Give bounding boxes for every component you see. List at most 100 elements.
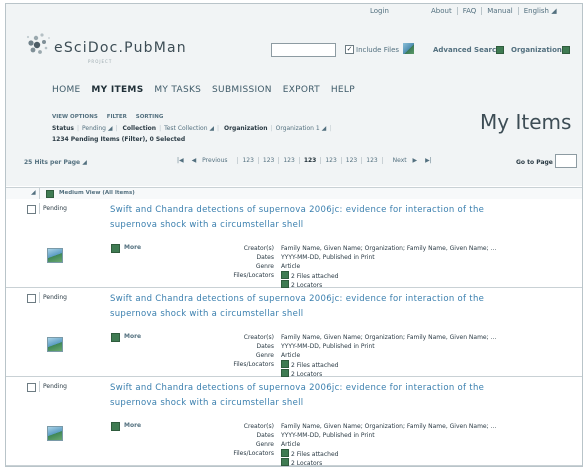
genre-value: Article xyxy=(281,441,301,448)
more-icon[interactable] xyxy=(111,422,120,431)
file-icon xyxy=(281,271,289,279)
files-value: 2 Files attached xyxy=(291,362,339,369)
organizations-icon[interactable] xyxy=(562,46,570,54)
files-label: Files/Locators xyxy=(233,272,274,279)
item-checkbox[interactable] xyxy=(27,294,36,303)
advanced-search-link[interactable]: Advanced Search xyxy=(433,46,501,54)
triangle-down-icon: ◢ xyxy=(551,7,557,15)
creators-value: Family Name, Given Name; Organization; F… xyxy=(281,423,497,430)
language-select[interactable]: English ◢ xyxy=(517,7,562,15)
more-icon[interactable] xyxy=(111,333,120,342)
previous-page-button[interactable]: ◀ Previous xyxy=(188,157,236,164)
app-frame: Login About FAQ Manual English ◢ eSciDoc.Pu… xyxy=(5,3,583,467)
list-item: Pending Swift and Chandra detections of … xyxy=(6,288,582,378)
advanced-search-icon[interactable] xyxy=(496,46,504,54)
logo-title[interactable]: eSciDoc.PubMan xyxy=(54,40,187,56)
creators-value: Family Name, Given Name; Organization; F… xyxy=(281,334,497,341)
files-link[interactable]: 2 Files attached xyxy=(281,360,496,369)
search-input[interactable] xyxy=(271,43,336,57)
nav-help[interactable]: HELP xyxy=(331,85,355,95)
more-link[interactable]: More xyxy=(124,422,141,429)
page-link[interactable]: 123 xyxy=(340,157,362,164)
page-link[interactable]: 123 xyxy=(278,157,299,164)
files-link[interactable]: 2 Files attached xyxy=(281,271,496,280)
creators-value: Family Name, Given Name; Organization; F… xyxy=(281,245,497,252)
filter-tab[interactable]: FILTER xyxy=(107,114,127,120)
page-link[interactable]: 123 xyxy=(320,157,341,164)
file-icon xyxy=(281,449,289,457)
next-label: Next xyxy=(392,157,407,164)
page-link[interactable]: 123 xyxy=(361,157,383,164)
nav-my-items[interactable]: MY ITEMS xyxy=(91,85,143,95)
list-item: Pending Swift and Chandra detections of … xyxy=(6,377,582,466)
next-page-button[interactable]: Next ▶ xyxy=(385,157,422,164)
include-files-label: Include Files xyxy=(356,46,400,54)
status-filter-select[interactable]: Pending ◢ xyxy=(82,125,113,132)
view-options-tab[interactable]: VIEW OPTIONS xyxy=(52,114,98,120)
item-meta-values: Family Name, Given Name; Organization; F… xyxy=(281,244,496,289)
hits-per-page-select[interactable]: 25 Hits per Page ◢ xyxy=(24,159,87,166)
top-links: Login xyxy=(365,7,394,15)
locators-link[interactable]: 2 Locators xyxy=(281,458,496,467)
genre-label: Genre xyxy=(255,441,274,448)
item-title-link[interactable]: Swift and Chandra detections of supernov… xyxy=(110,203,520,233)
search-go-icon[interactable] xyxy=(403,43,414,54)
nav-export[interactable]: EXPORT xyxy=(283,85,320,95)
item-thumbnail-icon[interactable] xyxy=(47,248,63,263)
item-meta-labels: Creator(s) Dates Genre Files/Locators xyxy=(206,333,274,369)
item-meta-values: Family Name, Given Name; Organization; F… xyxy=(281,422,497,467)
filter-row: Status | Pending ◢ | Collection | Test Collec… xyxy=(52,125,332,132)
more-link[interactable]: More xyxy=(124,333,141,340)
goto-page-input[interactable] xyxy=(555,154,577,168)
last-page-button[interactable]: ▶| xyxy=(421,157,436,164)
logo-subtitle: PROJECT xyxy=(88,59,113,64)
item-meta-labels: Creator(s) Dates Genre Files/Locators xyxy=(206,422,274,458)
locators-value: 2 Locators xyxy=(291,460,323,467)
item-checkbox[interactable] xyxy=(27,383,36,392)
item-thumbnail-icon[interactable] xyxy=(47,337,63,352)
nav-home[interactable]: HOME xyxy=(52,85,81,95)
files-value: 2 Files attached xyxy=(291,273,339,280)
list-item: Pending Swift and Chandra detections of … xyxy=(6,199,582,289)
organization-filter-select[interactable]: Organization 1 ◢ xyxy=(276,125,327,132)
files-value: 2 Files attached xyxy=(291,451,339,458)
header: Login About FAQ Manual English ◢ eSciDoc.Pu… xyxy=(6,4,582,186)
sorting-tab[interactable]: SORTING xyxy=(136,114,164,120)
page-link[interactable]: 123 xyxy=(237,157,258,164)
login-link[interactable]: Login xyxy=(365,7,394,15)
collection-filter-label: Collection xyxy=(122,125,157,132)
more-icon[interactable] xyxy=(111,244,120,253)
locator-icon xyxy=(281,369,289,377)
files-link[interactable]: 2 Files attached xyxy=(281,449,496,458)
collection-filter-select[interactable]: Test Collection ◢ xyxy=(164,125,214,132)
page-link-current[interactable]: 123 xyxy=(298,157,321,164)
view-mode-icon[interactable] xyxy=(46,190,54,198)
file-icon xyxy=(281,360,289,368)
main-nav: HOME MY ITEMS MY TASKS SUBMISSION EXPORT… xyxy=(52,85,363,95)
status-filter-label: Status xyxy=(52,125,74,132)
select-all-toggle[interactable]: ◢ xyxy=(31,189,36,196)
more-link[interactable]: More xyxy=(124,244,141,251)
manual-link[interactable]: Manual xyxy=(481,7,518,15)
item-title-link[interactable]: Swift and Chandra detections of supernov… xyxy=(110,381,520,411)
nav-my-tasks[interactable]: MY TASKS xyxy=(154,85,201,95)
item-checkbox[interactable] xyxy=(27,205,36,214)
faq-link[interactable]: FAQ xyxy=(456,7,482,15)
page-link[interactable]: 123 xyxy=(257,157,279,164)
item-title-link[interactable]: Swift and Chandra detections of supernov… xyxy=(110,292,520,322)
genre-value: Article xyxy=(281,263,301,270)
creators-label: Creator(s) xyxy=(243,423,274,430)
about-link[interactable]: About xyxy=(426,7,457,15)
item-state: Pending xyxy=(43,294,67,301)
files-label: Files/Locators xyxy=(233,450,274,457)
item-thumbnail-icon[interactable] xyxy=(47,426,63,441)
organizations-link[interactable]: Organizations xyxy=(511,46,566,54)
nav-submission[interactable]: SUBMISSION xyxy=(212,85,272,95)
view-mode-label[interactable]: Medium View (All Items) xyxy=(59,190,135,196)
creators-label: Creator(s) xyxy=(243,245,274,252)
include-files-checkbox[interactable]: ✓ xyxy=(345,45,354,54)
genre-value: Article xyxy=(281,352,301,359)
item-meta-values: Family Name, Given Name; Organization; F… xyxy=(281,333,496,378)
dates-label: Dates xyxy=(256,432,274,439)
first-page-button[interactable]: |◀ xyxy=(173,157,188,164)
